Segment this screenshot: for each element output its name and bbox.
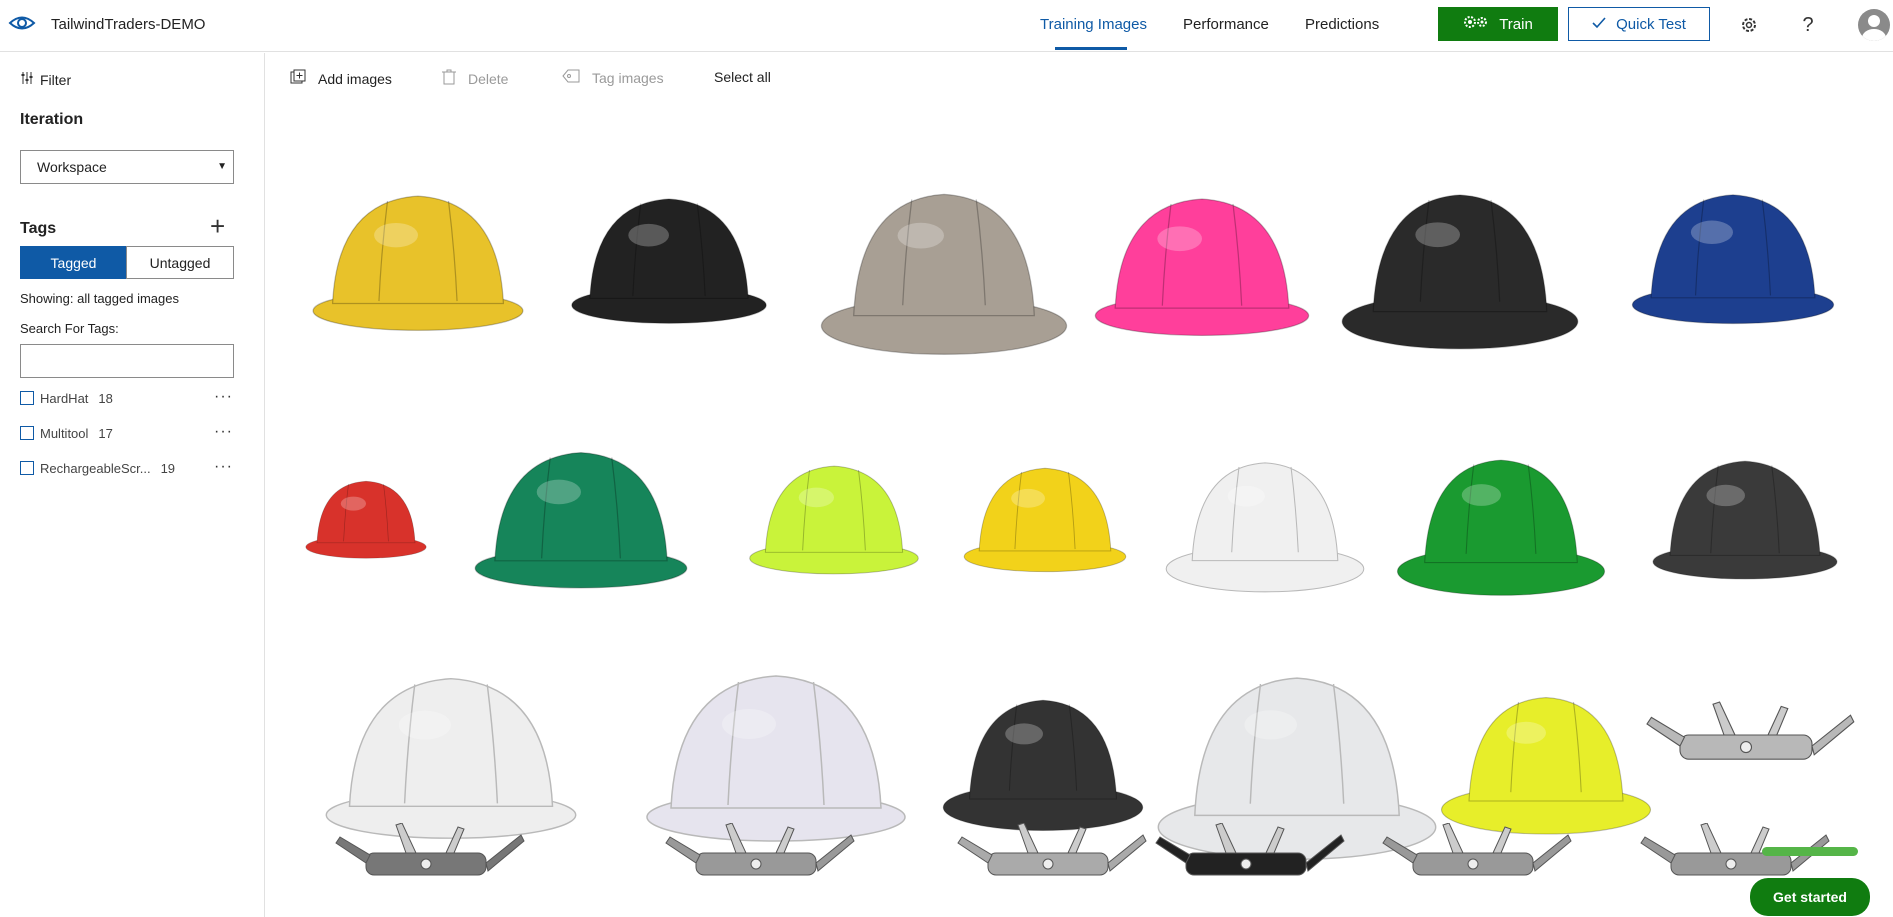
quick-test-label: Quick Test [1616,15,1686,33]
help-icon[interactable]: ? [1796,13,1820,37]
iteration-select[interactable]: Workspace ▼ [20,150,234,184]
tag-item-hardhat[interactable]: HardHat 18 ··· [20,386,235,410]
tag-count: 17 [98,425,113,441]
train-button[interactable]: Train [1438,7,1558,41]
hardhat-thumbnail[interactable] [1392,403,1610,635]
hardhat-thumbnail[interactable] [1336,140,1584,384]
search-tags-label: Search For Tags: [20,321,119,336]
avatar[interactable] [1858,9,1890,41]
showing-text: Showing: all tagged images [20,291,179,306]
tag-count: 18 [98,390,113,406]
hardhat-thumbnail[interactable] [296,140,540,384]
delete-label: Delete [468,70,509,87]
filter-toggle[interactable]: Filter [20,71,71,88]
untagged-toggle[interactable]: Untagged [126,246,234,279]
project-title[interactable]: TailwindTraders-DEMO [51,16,205,33]
tag-item-multitool[interactable]: Multitool 17 ··· [20,421,235,445]
tag-count: 19 [160,460,176,476]
hardhat-thumbnail[interactable] [296,403,436,635]
sliders-icon [20,71,34,88]
caret-down-icon: ▼ [217,161,227,172]
more-options-icon[interactable]: ··· [214,388,233,406]
checkmark-icon [1592,16,1606,33]
tab-predictions[interactable]: Predictions [1305,16,1379,33]
filter-label: Filter [40,71,72,88]
image-toolbar: Add images Delete Tag images Select all [266,53,1893,103]
quick-test-button[interactable]: Quick Test [1568,7,1710,41]
tag-checkbox[interactable] [20,391,34,405]
progress-bar [1762,847,1858,856]
more-options-icon[interactable]: ··· [214,423,233,441]
tag-name: Multitool [40,425,89,441]
search-tags-input[interactable] [20,344,234,378]
train-label: Train [1499,15,1533,33]
hardhat-thumbnail[interactable] [815,140,1073,388]
add-images-label: Add images [318,70,392,87]
multitool-thumbnail[interactable] [1146,823,1346,917]
top-bar: TailwindTraders-DEMO Training Images Per… [0,0,1893,52]
tab-performance[interactable]: Performance [1183,16,1269,33]
tagged-toggle[interactable]: Tagged [20,246,127,279]
eye-icon[interactable] [8,12,36,34]
image-gallery [266,103,1893,917]
get-started-button[interactable]: Get started [1750,878,1870,916]
select-all-button[interactable]: Select all [714,69,771,85]
multitool-thumbnail[interactable] [928,823,1168,917]
hardhat-thumbnail[interactable] [556,152,782,368]
hardhat-thumbnail[interactable] [1078,145,1326,387]
tags-heading: Tags [20,220,57,237]
hardhat-thumbnail[interactable] [1616,140,1850,376]
multitool-thumbnail[interactable] [1358,823,1588,917]
hardhat-thumbnail[interactable] [1638,403,1852,635]
tab-training-images[interactable]: Training Images [1040,16,1147,33]
delete-button[interactable]: Delete [442,69,508,88]
gears-icon [1463,14,1489,34]
hardhat-thumbnail[interactable] [1161,403,1369,635]
tag-checkbox[interactable] [20,461,34,475]
hardhat-thumbnail[interactable] [458,403,704,635]
hardhat-thumbnail[interactable] [736,403,932,635]
trash-icon [442,69,456,88]
tag-images-label: Tag images [592,69,664,86]
tag-name: HardHat [40,390,89,406]
multitool-thumbnail[interactable] [306,823,546,917]
add-images-button[interactable]: Add images [290,69,392,88]
active-tab-indicator [1055,47,1127,50]
filter-sidebar: Filter Iteration Workspace ▼ Tags + Tagg… [0,53,265,917]
add-images-icon [290,69,306,88]
tag-name: RechargeableScr... [40,460,151,476]
add-tag-icon[interactable]: + [210,213,225,239]
tag-images-button[interactable]: Tag images [562,69,664,86]
iteration-heading: Iteration [20,111,84,128]
iteration-value: Workspace [37,159,107,175]
more-options-icon[interactable]: ··· [214,458,233,476]
gear-icon[interactable] [1737,13,1761,37]
hardhat-thumbnail[interactable] [951,403,1139,635]
tag-item-rechargeable-screwdriver[interactable]: RechargeableScr... 19 ··· [20,456,235,480]
tag-icon [562,69,580,86]
tag-checkbox[interactable] [20,426,34,440]
multitool-thumbnail[interactable] [606,823,906,917]
